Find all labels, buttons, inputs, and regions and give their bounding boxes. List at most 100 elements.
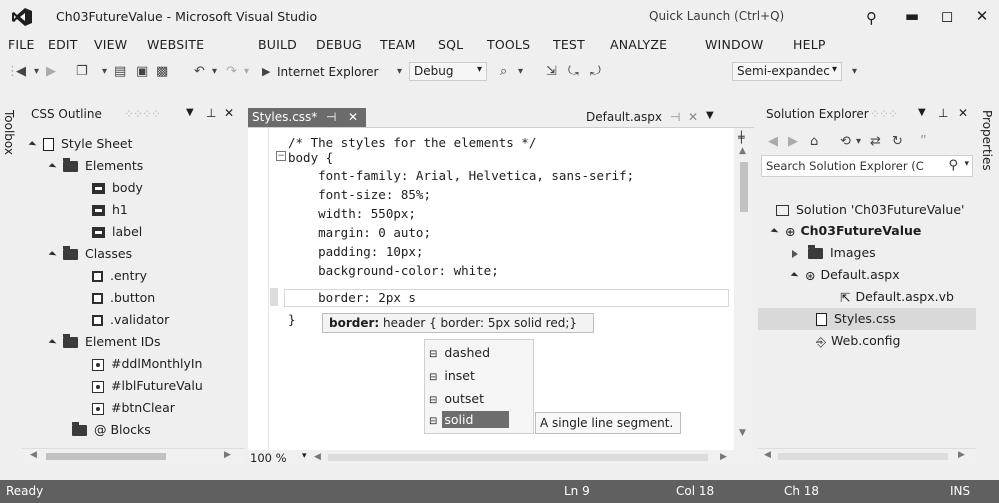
tree-item-default-aspx-vb[interactable]: ⇱ Default.aspx.vb	[840, 289, 954, 305]
scroll-thumb[interactable]	[778, 453, 948, 460]
close-icon[interactable]: ✕	[958, 106, 968, 120]
forward-icon[interactable]: ▶	[46, 64, 56, 80]
config-dropdown[interactable]: Debug ▾	[409, 62, 487, 81]
close-icon[interactable]: ✕	[224, 106, 234, 120]
semi-expanded-dropdown[interactable]: Semi-expandec ▾	[732, 62, 842, 81]
menu-edit[interactable]: EDIT	[48, 37, 78, 52]
completion-item-solid[interactable]: ⊟ solid	[429, 411, 510, 428]
forward-icon[interactable]: ▶	[788, 134, 798, 150]
toolbox-tab[interactable]: Toolbox	[2, 110, 16, 155]
close-button[interactable]: ✕	[970, 5, 994, 27]
tree-item-body[interactable]: body	[92, 180, 143, 195]
scroll-right-icon[interactable]: ▶	[958, 450, 965, 460]
css-outline-hscrollbar[interactable]: ◀ ▶	[22, 448, 244, 464]
tree-item-default-aspx[interactable]: ⊛ Default.aspx	[790, 267, 900, 283]
tree-item-element-ids[interactable]: Element IDs	[48, 334, 161, 349]
back-icon[interactable]: ◀	[16, 64, 26, 80]
menu-tools[interactable]: TOOLS	[487, 37, 530, 52]
panel-menu-icon[interactable]: ▼	[186, 107, 194, 118]
split-icon[interactable]: ╪	[738, 131, 745, 144]
search-options-icon[interactable]: ▾	[964, 159, 969, 169]
pending-dropdown-icon[interactable]: ▾	[856, 134, 861, 150]
menu-help[interactable]: HELP	[793, 37, 826, 52]
sync-icon[interactable]: ⇄	[870, 134, 881, 150]
completion-item-inset[interactable]: ⊟ inset	[429, 368, 475, 383]
pin-icon[interactable]: ⊣	[670, 110, 680, 124]
menu-build[interactable]: BUILD	[258, 37, 297, 52]
maximize-button[interactable]: ◻	[935, 5, 959, 27]
browser-dropdown-icon[interactable]: ▾	[397, 64, 402, 80]
play-icon[interactable]: ▶	[262, 64, 270, 80]
menu-file[interactable]: FILE	[8, 37, 35, 52]
collapse-icon[interactable]: −	[276, 151, 286, 161]
tree-item-project[interactable]: ⊕ Ch03FutureValue	[770, 223, 921, 239]
tree-item-label[interactable]: label	[92, 224, 142, 239]
home-icon[interactable]: ⌂	[810, 134, 818, 150]
tab-default-aspx[interactable]: Default.aspx ⊣ ✕ ▼	[586, 110, 714, 124]
tree-item-btnclear[interactable]: #btnClear	[92, 400, 175, 415]
save-icon[interactable]: ▣	[136, 64, 148, 80]
tree-item-images[interactable]: Images	[792, 245, 876, 260]
tree-item-h1[interactable]: h1	[92, 202, 128, 217]
tab-styles-css[interactable]: Styles.css* ⊣ ✕	[248, 108, 366, 127]
menu-analyze[interactable]: ANALYZE	[610, 37, 667, 52]
completion-list[interactable]: ⊟ dashed ⊟ inset ⊟ outset ⊟ solid	[424, 339, 534, 434]
pending-changes-icon[interactable]: ⟲	[840, 134, 851, 150]
back-icon[interactable]: ◀	[768, 134, 778, 150]
scroll-down-icon[interactable]: ▼	[739, 428, 746, 438]
undo-icon[interactable]: ↶	[194, 64, 205, 80]
menu-window[interactable]: WINDOW	[705, 37, 763, 52]
tree-item-button[interactable]: .button	[92, 290, 155, 305]
tree-item-stylesheet[interactable]: Style Sheet	[28, 136, 133, 151]
tree-item-entry[interactable]: .entry	[92, 268, 147, 283]
undo-dropdown-icon[interactable]: ▾	[212, 64, 217, 80]
solution-hscrollbar[interactable]: ◀ ▶	[758, 448, 976, 464]
scroll-left-icon[interactable]: ◀	[314, 452, 321, 462]
save-all-icon[interactable]: ▩	[156, 64, 168, 80]
browser-selector[interactable]: Internet Explorer	[277, 64, 378, 80]
toolbar-options-icon[interactable]: ▾	[852, 64, 857, 80]
completion-item-dashed[interactable]: ⊟ dashed	[429, 345, 490, 360]
tree-item-ddlmonthlyin[interactable]: #ddlMonthlyIn	[92, 356, 202, 371]
open-file-icon[interactable]: ▤	[114, 64, 126, 80]
back-dropdown-icon[interactable]: ▾	[34, 64, 39, 80]
close-tab-icon[interactable]: ✕	[688, 110, 698, 124]
menu-sql[interactable]: SQL	[438, 37, 463, 52]
zoom-level[interactable]: 100 %	[250, 451, 287, 465]
menu-website[interactable]: WEBSITE	[147, 37, 204, 52]
search-icon[interactable]: ⚲	[948, 158, 958, 173]
redo-icon[interactable]: ↷	[226, 64, 237, 80]
step-icon[interactable]: ⤿	[568, 64, 579, 80]
tree-item-web-config[interactable]: ⎆ Web.config	[816, 333, 901, 350]
pin-icon[interactable]: ⊥	[206, 106, 216, 120]
menu-team[interactable]: TEAM	[380, 37, 416, 52]
tree-item-elements[interactable]: Elements	[48, 158, 143, 173]
pin-icon[interactable]: ⊣	[326, 110, 336, 124]
tree-item-validator[interactable]: .validator	[92, 312, 169, 327]
menu-debug[interactable]: DEBUG	[316, 37, 362, 52]
redo-dropdown-icon[interactable]: ▾	[244, 64, 249, 80]
scroll-thumb[interactable]	[740, 162, 748, 212]
search-icon[interactable]: ⚲	[866, 9, 877, 27]
tree-item-classes[interactable]: Classes	[48, 246, 132, 261]
tree-item-solution[interactable]: Solution 'Ch03FutureValue'	[776, 202, 964, 217]
code-editor[interactable]: /* The styles for the elements */ − body…	[248, 127, 754, 451]
tab-list-icon[interactable]: ▼	[706, 110, 714, 121]
scroll-thumb[interactable]	[46, 453, 166, 460]
scroll-left-icon[interactable]: ◀	[764, 450, 771, 460]
close-tab-icon[interactable]: ✕	[348, 110, 358, 124]
scroll-left-icon[interactable]: ◀	[30, 450, 37, 460]
solution-search-input[interactable]: Search Solution Explorer (C ⚲ ▾	[761, 155, 973, 177]
tree-item-styles-css[interactable]: Styles.css	[816, 311, 896, 326]
editor-vscrollbar[interactable]: ╪ ▲ ▼	[734, 128, 754, 451]
step-out-icon[interactable]: ⤾	[590, 64, 601, 80]
menu-view[interactable]: VIEW	[94, 37, 127, 52]
completion-item-outset[interactable]: ⊟ outset	[429, 391, 484, 406]
panel-menu-icon[interactable]: ▼	[918, 107, 926, 118]
format-icon[interactable]: ⇲	[546, 64, 557, 80]
find-icon[interactable]: ⌕	[500, 64, 507, 80]
hscroll-track[interactable]	[328, 454, 708, 461]
scroll-right-icon[interactable]: ▶	[224, 450, 231, 460]
tree-item-lblfuturevalu[interactable]: #lblFutureValu	[92, 378, 203, 393]
new-project-icon[interactable]: ❐	[76, 64, 88, 80]
